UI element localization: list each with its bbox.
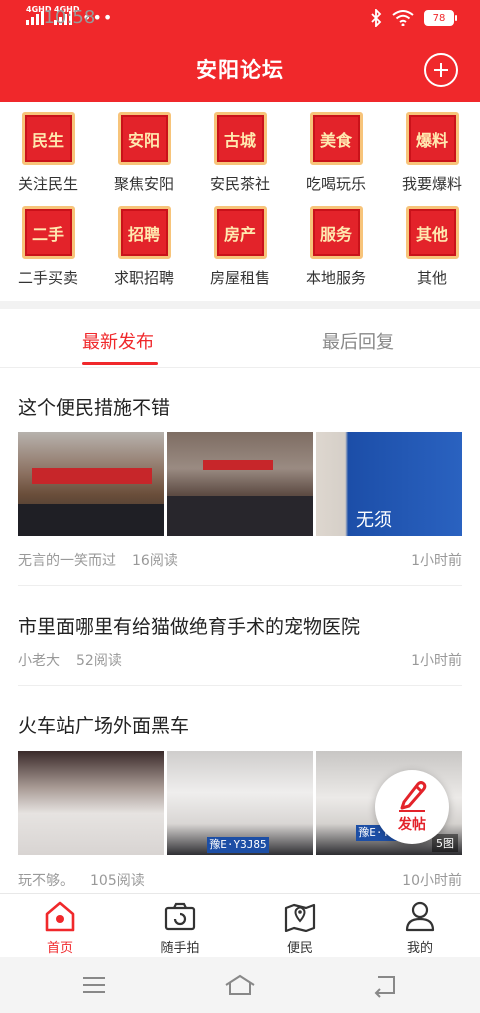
category-zhaopin[interactable]: 招聘 求职招聘: [96, 204, 192, 288]
home-button-icon[interactable]: [224, 971, 256, 999]
category-grid: 民生 关注民生 安阳 聚焦安阳 古城 安民茶社 美食 吃喝玩乐 爆料 我要爆料 …: [0, 110, 480, 298]
new-post-label: 发帖: [398, 817, 426, 833]
category-label: 我要爆料: [401, 175, 462, 193]
category-label: 吃喝玩乐: [305, 175, 366, 193]
category-minsheng[interactable]: 民生 关注民生: [0, 110, 96, 194]
status-bar: 4GHD 4GHD 10:58 ••• 78: [0, 0, 480, 38]
post-title[interactable]: 这个便民措施不错: [18, 393, 170, 420]
category-gucheng[interactable]: 古城 安民茶社: [192, 110, 288, 194]
image-count: 5图: [432, 834, 458, 852]
bottom-nav: 首页 随手拍 便民 我的: [0, 893, 480, 957]
nav-profile[interactable]: 我的: [360, 894, 480, 958]
post-divider: [18, 685, 462, 686]
category-label: 关注民生: [17, 175, 78, 193]
post-reads: 105阅读: [90, 873, 145, 889]
category-badge: 房产: [213, 206, 267, 259]
page-title: 安阳论坛: [196, 58, 284, 82]
category-label: 房屋租售: [209, 269, 270, 287]
tab-indicator: [82, 362, 158, 365]
post-title[interactable]: 市里面哪里有给猫做绝育手术的宠物医院: [18, 612, 360, 639]
post-reads: 52阅读: [76, 653, 122, 669]
map-icon: [284, 903, 316, 933]
category-meishi[interactable]: 美食 吃喝玩乐: [288, 110, 384, 194]
post-time: 1小时前: [411, 553, 462, 569]
user-icon: [405, 901, 435, 932]
category-label: 求职招聘: [113, 269, 174, 287]
post-author: 无言的一笑而过: [18, 553, 116, 569]
bluetooth-icon: [371, 9, 382, 27]
category-label: 安民茶社: [209, 175, 270, 193]
system-nav-bar: [0, 957, 480, 1013]
category-badge: 其他: [405, 206, 459, 259]
post-reads: 16阅读: [132, 553, 178, 569]
category-badge: 安阳: [117, 112, 171, 165]
back-icon[interactable]: [370, 971, 402, 999]
post-image[interactable]: 无须: [316, 432, 462, 536]
category-badge: 民生: [21, 112, 75, 165]
tab-latest[interactable]: 最新发布: [82, 328, 154, 354]
add-button[interactable]: [424, 53, 458, 87]
category-qita[interactable]: 其他 其他: [384, 204, 480, 288]
post-time: 10小时前: [402, 873, 462, 889]
post-meta: 无言的一笑而过 16阅读: [18, 550, 178, 570]
section-divider: [0, 301, 480, 309]
post-title[interactable]: 火车站广场外面黑车: [18, 711, 189, 738]
nav-snapshot[interactable]: 随手拍: [120, 894, 240, 958]
nav-home[interactable]: 首页: [0, 894, 120, 958]
app-header: 4GHD 4GHD 10:58 ••• 78 安阳论坛: [0, 0, 480, 102]
post-image[interactable]: [18, 751, 164, 855]
category-fuwu[interactable]: 服务 本地服务: [288, 204, 384, 288]
category-label: 其他: [416, 269, 447, 287]
category-badge: 招聘: [117, 206, 171, 259]
post-meta: 玩不够。 105阅读: [18, 870, 145, 890]
post-time: 1小时前: [411, 653, 462, 669]
category-row: 二手 二手买卖 招聘 求职招聘 房产 房屋租售 服务 本地服务 其他 其他: [0, 204, 480, 298]
nav-services[interactable]: 便民: [240, 894, 360, 958]
post-divider: [18, 585, 462, 586]
category-ershou[interactable]: 二手 二手买卖: [0, 204, 96, 288]
category-badge: 二手: [21, 206, 75, 259]
category-badge: 服务: [309, 206, 363, 259]
tab-last-reply[interactable]: 最后回复: [322, 328, 394, 354]
post-author: 玩不够。: [18, 873, 74, 889]
post-image[interactable]: 豫E·Y3J85: [167, 751, 313, 855]
battery-icon: 78: [424, 10, 457, 26]
menu-icon[interactable]: [78, 971, 110, 999]
license-plate: 豫E·Y3J85: [207, 837, 269, 853]
post-image[interactable]: [18, 432, 164, 536]
category-row: 民生 关注民生 安阳 聚焦安阳 古城 安民茶社 美食 吃喝玩乐 爆料 我要爆料: [0, 110, 480, 204]
status-time: 10:58: [43, 7, 96, 28]
home-icon: [45, 901, 75, 932]
post-meta: 小老大 52阅读: [18, 650, 122, 670]
category-badge: 美食: [309, 112, 363, 165]
category-fangchan[interactable]: 房产 房屋租售: [192, 204, 288, 288]
feed-tabs: 最新发布 最后回复: [0, 310, 480, 368]
new-post-button[interactable]: 发帖: [375, 770, 449, 844]
category-label: 聚焦安阳: [113, 175, 174, 193]
post-author: 小老大: [18, 653, 60, 669]
category-badge: 爆料: [405, 112, 459, 165]
category-anyang[interactable]: 安阳 聚焦安阳: [96, 110, 192, 194]
category-label: 本地服务: [305, 269, 366, 287]
wifi-icon: [392, 10, 414, 26]
camera-icon: [164, 902, 196, 931]
category-baoliao[interactable]: 爆料 我要爆料: [384, 110, 480, 194]
post-image[interactable]: [167, 432, 313, 536]
category-label: 二手买卖: [17, 269, 78, 287]
pen-icon: [399, 781, 427, 812]
category-badge: 古城: [213, 112, 267, 165]
